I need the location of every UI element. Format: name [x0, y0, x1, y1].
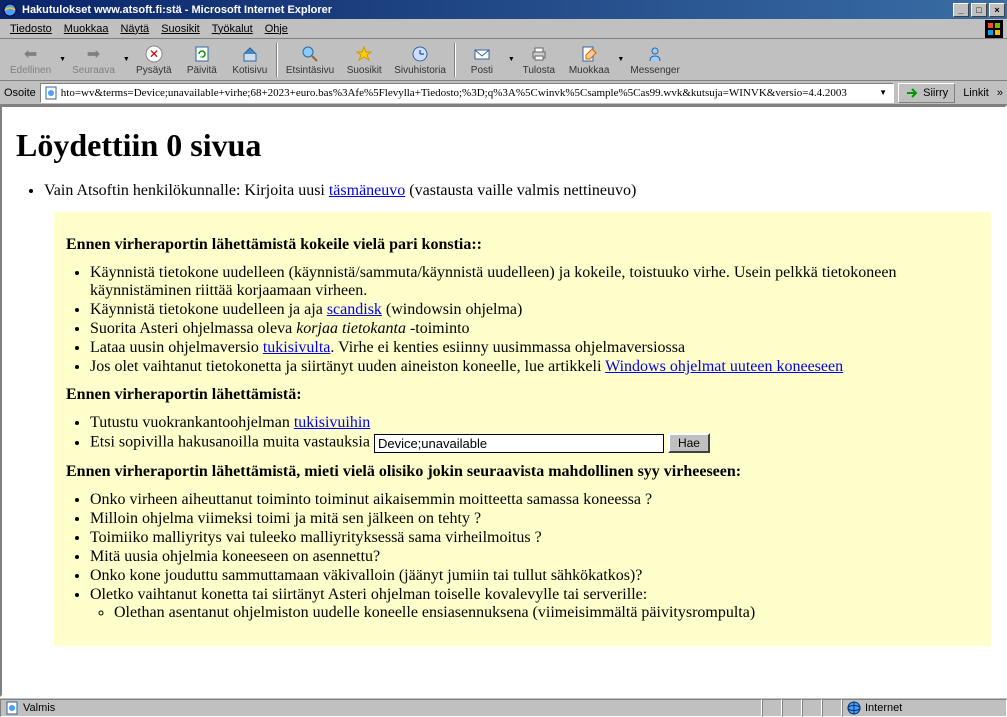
menu-tyokalut[interactable]: Työkalut — [206, 21, 259, 37]
history-button[interactable]: Sivuhistoria — [388, 40, 452, 80]
list-item: Oletko vaihtanut konetta tai siirtänyt A… — [90, 586, 979, 622]
svg-text:✕: ✕ — [149, 47, 159, 61]
toolbar: ⬅ Edellinen ▼ ➡ Seuraava ▼ ✕ Pysäytä Päi… — [0, 39, 1007, 81]
status-text: Valmis — [0, 699, 762, 717]
list-item: Tutustu vuokrankantoohjelman tukisivuihi… — [90, 414, 979, 432]
stop-icon: ✕ — [144, 44, 164, 64]
messenger-icon — [645, 44, 665, 64]
status-spacer — [802, 699, 822, 717]
list-item: Lataa uusin ohjelmaversio tukisivulta. V… — [90, 339, 979, 357]
address-label: Osoite — [4, 87, 36, 99]
favorites-button[interactable]: Suosikit — [340, 40, 388, 80]
page-icon — [5, 701, 19, 715]
history-icon — [410, 44, 430, 64]
go-icon — [905, 86, 919, 100]
window-title: Hakutulokset www.atsoft.fi:stä - Microso… — [22, 4, 953, 16]
mail-dropdown[interactable]: ▼ — [508, 56, 515, 63]
forward-icon: ➡ — [84, 44, 104, 64]
print-icon — [529, 44, 549, 64]
link-tukisivulta[interactable]: tukisivulta — [263, 339, 331, 356]
addressbar: Osoite ▼ Siirry Linkit » — [0, 81, 1007, 105]
internet-icon — [847, 701, 861, 715]
status-spacer — [762, 699, 782, 717]
search-icon — [300, 44, 320, 64]
statusbar: Valmis Internet — [0, 697, 1007, 717]
menu-tiedosto[interactable]: Tiedosto — [4, 21, 58, 37]
mail-button[interactable]: Posti — [458, 40, 506, 80]
page-heading: Löydettiin 0 sivua — [16, 127, 991, 164]
home-icon — [240, 44, 260, 64]
titlebar: Hakutulokset www.atsoft.fi:stä - Microso… — [0, 0, 1007, 19]
menu-muokkaa[interactable]: Muokkaa — [58, 21, 115, 37]
links-label[interactable]: Linkit — [959, 87, 993, 99]
back-button[interactable]: ⬅ Edellinen — [4, 40, 57, 80]
address-input[interactable] — [61, 87, 875, 99]
list-item: Mitä uusia ohjelmia koneeseen on asennet… — [90, 548, 979, 566]
menu-nayta[interactable]: Näytä — [114, 21, 155, 37]
star-icon — [354, 44, 374, 64]
search-input[interactable] — [374, 434, 664, 453]
link-windows-ohjelmat[interactable]: Windows ohjelmat uuteen koneeseen — [605, 358, 843, 375]
link-tasmaneuvo[interactable]: täsmäneuvo — [329, 182, 405, 199]
link-scandisk[interactable]: scandisk — [327, 301, 382, 318]
close-button[interactable]: × — [989, 3, 1005, 17]
page-content: Löydettiin 0 sivua Vain Atsoftin henkilö… — [2, 107, 1005, 695]
list-item: Etsi sopivilla hakusanoilla muita vastau… — [90, 433, 979, 453]
back-icon: ⬅ — [21, 44, 41, 64]
refresh-button[interactable]: Päivitä — [178, 40, 226, 80]
list-item: Onko kone jouduttu sammuttamaan väkivall… — [90, 567, 979, 585]
menubar: Tiedosto Muokkaa Näytä Suosikit Työkalut… — [0, 19, 1007, 39]
list-item: Käynnistä tietokone uudelleen ja aja sca… — [90, 301, 979, 319]
list-item: Milloin ohjelma viimeksi toimi ja mitä s… — [90, 510, 979, 528]
minimize-button[interactable]: _ — [953, 3, 969, 17]
edit-button[interactable]: Muokkaa — [563, 40, 616, 80]
address-dropdown[interactable]: ▼ — [875, 88, 891, 97]
status-spacer — [822, 699, 842, 717]
print-button[interactable]: Tulosta — [515, 40, 563, 80]
help-box: Ennen virheraportin lähettämistä kokeile… — [54, 212, 991, 646]
section1-head: Ennen virheraportin lähettämistä kokeile… — [66, 236, 979, 254]
list-item: Suorita Asteri ohjelmassa oleva korjaa t… — [90, 320, 979, 338]
edit-dropdown[interactable]: ▼ — [617, 56, 624, 63]
list-item: Toimiiko malliyritys vai tuleeko malliyr… — [90, 529, 979, 547]
link-tukisivuihin[interactable]: tukisivuihin — [294, 414, 370, 431]
forward-button[interactable]: ➡ Seuraava — [66, 40, 121, 80]
list-item: Olethan asentanut ohjelmiston uudelle ko… — [114, 604, 979, 622]
mail-icon — [472, 44, 492, 64]
home-button[interactable]: Kotisivu — [226, 40, 274, 80]
section3-head: Ennen virheraportin lähettämistä, mieti … — [66, 463, 979, 481]
menu-ohje[interactable]: Ohje — [259, 21, 294, 37]
list-item: Käynnistä tietokone uudelleen (käynnistä… — [90, 264, 979, 300]
status-spacer — [782, 699, 802, 717]
search-button[interactable]: Hae — [668, 433, 710, 453]
back-dropdown[interactable]: ▼ — [59, 56, 66, 63]
ie-icon — [2, 2, 18, 18]
maximize-button[interactable]: □ — [971, 3, 987, 17]
forward-dropdown[interactable]: ▼ — [123, 56, 130, 63]
toolbar-separator — [454, 43, 456, 77]
page-icon — [43, 85, 59, 101]
links-chevron[interactable]: » — [997, 87, 1003, 99]
edit-icon — [579, 44, 599, 64]
section2-head: Ennen virheraportin lähettämistä: — [66, 386, 979, 404]
list-item: Jos olet vaihtanut tietokonetta ja siirt… — [90, 358, 979, 376]
windows-logo-icon — [985, 20, 1003, 38]
refresh-icon — [192, 44, 212, 64]
intro-item: Vain Atsoftin henkilökunnalle: Kirjoita … — [44, 182, 991, 200]
messenger-button[interactable]: Messenger — [624, 40, 685, 80]
go-button[interactable]: Siirry — [898, 83, 955, 103]
search-button[interactable]: Etsintäsivu — [280, 40, 340, 80]
toolbar-separator — [276, 43, 278, 77]
list-item: Onko virheen aiheuttanut toiminto toimin… — [90, 491, 979, 509]
status-zone: Internet — [842, 699, 1007, 717]
stop-button[interactable]: ✕ Pysäytä — [130, 40, 178, 80]
menu-suosikit[interactable]: Suosikit — [155, 21, 206, 37]
